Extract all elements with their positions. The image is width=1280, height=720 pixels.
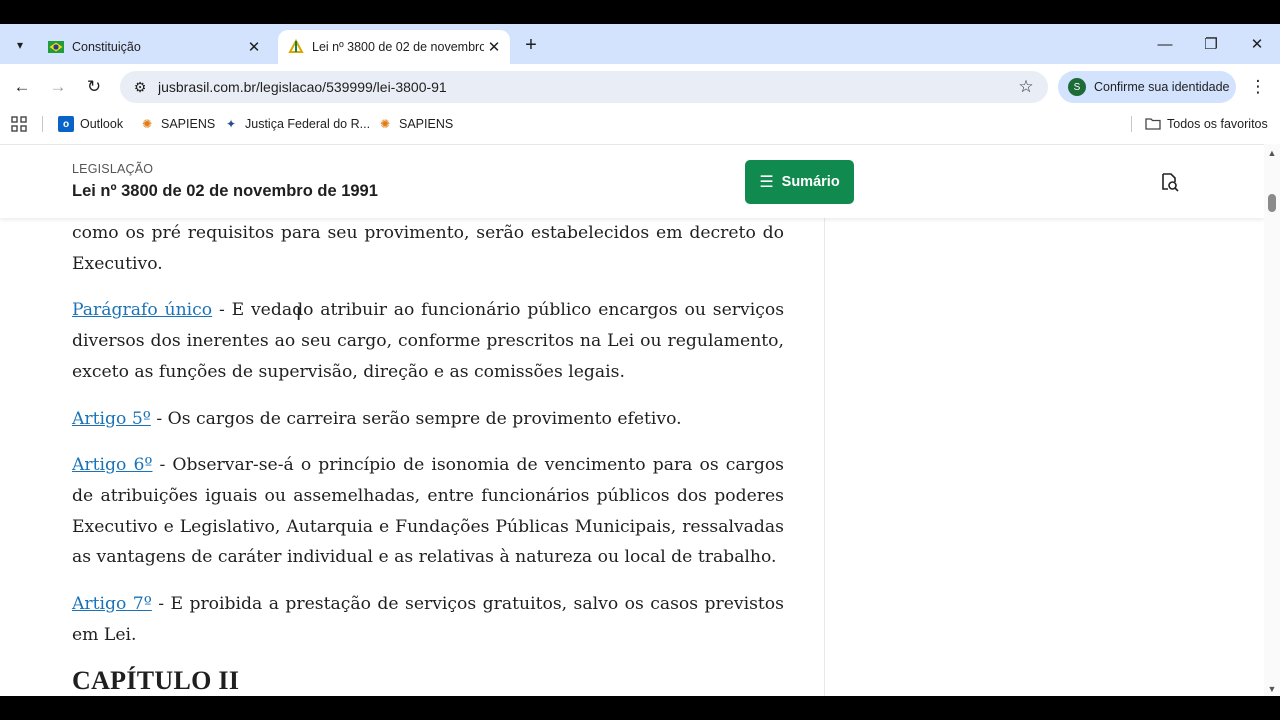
jusbrasil-logo-icon — [288, 39, 304, 53]
apps-grid-icon[interactable] — [10, 114, 28, 134]
bookmark-sapiens-2[interactable]: ✺ SAPIENS — [377, 114, 453, 134]
bookmark-label: Justiça Federal do R... — [245, 117, 371, 131]
close-window-icon[interactable]: ✕ — [1234, 30, 1280, 58]
paragraph-text: - Observar-se-á o princípio de isonomia … — [72, 455, 784, 568]
tab-search-chevron-icon[interactable]: ▾ — [6, 32, 34, 58]
list-icon: ☰ — [759, 174, 774, 191]
site-info-icon[interactable]: ⚙ — [130, 79, 150, 96]
page-scrollbar[interactable]: ▲ ▼ — [1264, 144, 1280, 696]
artigo-5: Artigo 5º - Os cargos de carreira serão … — [72, 404, 784, 435]
paragraph: como os pré requisitos para seu provimen… — [72, 218, 784, 279]
profile-label: Confirme sua identidade — [1094, 80, 1230, 94]
avatar: S — [1068, 78, 1086, 96]
bookmarks-bar: o Outlook ✺ SAPIENS ✦ Justiça Federal do… — [0, 110, 1280, 138]
bookmark-label: Todos os favoritos — [1167, 117, 1268, 131]
paragraph-text: - Os cargos de carreira serão sempre de … — [150, 408, 682, 429]
paragraph-text: - E proibida a prestação de serviços gra… — [72, 594, 784, 645]
reload-icon[interactable]: ↻ — [80, 73, 108, 101]
close-tab-icon[interactable]: ✕ — [484, 37, 504, 57]
bookmark-label: SAPIENS — [399, 117, 454, 131]
browser-window: ▾ Constituição ✕ Lei nº 3800 de 02 de no… — [0, 24, 1280, 696]
minimize-icon[interactable]: — — [1142, 30, 1188, 58]
bookmark-outlook[interactable]: o Outlook — [58, 114, 123, 134]
bookmark-label: SAPIENS — [161, 117, 216, 131]
tab-strip: ▾ Constituição ✕ Lei nº 3800 de 02 de no… — [0, 24, 1280, 64]
grid-icon — [11, 116, 27, 132]
divider — [1131, 116, 1132, 132]
address-bar[interactable]: ⚙ ☆ — [120, 71, 1048, 103]
search-document-icon[interactable] — [1158, 171, 1180, 193]
legislation-header: LEGISLAÇÃO Lei nº 3800 de 02 de novembro… — [0, 145, 1264, 218]
bookmark-sapiens-1[interactable]: ✺ SAPIENS — [139, 114, 215, 134]
back-arrow-icon[interactable]: ← — [8, 73, 36, 101]
browser-toolbar: ← → ↻ ⚙ ☆ S Confirme sua identidade ⋮ — [0, 64, 1280, 110]
bookmark-star-icon[interactable]: ☆ — [1012, 77, 1040, 97]
chapter-heading: CAPÍTULO II — [72, 666, 240, 696]
paragraph-text: como os pré requisitos para seu provimen… — [72, 223, 784, 274]
sapiens-icon: ✺ — [141, 117, 153, 131]
tab-lei-3800[interactable]: Lei nº 3800 de 02 de novembro ✕ — [278, 30, 510, 64]
text-cursor-icon: I — [296, 304, 302, 325]
tab-constituicao[interactable]: Constituição ✕ — [38, 30, 270, 64]
sidebar-divider — [824, 218, 825, 696]
divider — [42, 116, 43, 132]
scroll-thumb[interactable] — [1268, 194, 1276, 212]
artigo-7: Artigo 7º - E proibida a prestação de se… — [72, 589, 784, 650]
artigo-7-link[interactable]: Artigo 7º — [72, 594, 152, 614]
scroll-down-icon[interactable]: ▼ — [1267, 684, 1277, 694]
tab-title: Lei nº 3800 de 02 de novembro — [312, 40, 484, 54]
page-title: Lei nº 3800 de 02 de novembro de 1991 — [72, 182, 378, 200]
artigo-6: Artigo 6º - Observar-se-á o princípio de… — [72, 450, 784, 573]
outlook-icon: o — [58, 116, 74, 132]
sumario-button[interactable]: ☰ Sumário — [745, 160, 854, 204]
artigo-6-link[interactable]: Artigo 6º — [72, 455, 152, 475]
web-page: LEGISLAÇÃO Lei nº 3800 de 02 de novembro… — [0, 144, 1264, 696]
bookmark-justica-federal[interactable]: ✦ Justiça Federal do R... — [223, 114, 370, 134]
paragraph-unico: Parágrafo único - E vedado atribuir ao f… — [72, 295, 784, 387]
folder-icon — [1145, 116, 1161, 132]
artigo-5-link[interactable]: Artigo 5º — [72, 409, 151, 429]
sapiens-icon: ✺ — [379, 117, 391, 131]
more-menu-icon[interactable]: ⋮ — [1246, 73, 1270, 101]
tab-title: Constituição — [72, 40, 141, 54]
paragrafo-unico-link[interactable]: Parágrafo único — [72, 300, 212, 320]
url-input[interactable] — [158, 79, 1012, 95]
restore-icon[interactable]: ❐ — [1188, 30, 1234, 58]
justica-federal-icon: ✦ — [225, 117, 237, 131]
sumario-label: Sumário — [781, 174, 840, 190]
bookmark-label: Outlook — [80, 117, 124, 131]
forward-arrow-icon[interactable]: → — [44, 73, 72, 101]
scroll-up-icon[interactable]: ▲ — [1267, 148, 1277, 158]
all-bookmarks-folder[interactable]: Todos os favoritos — [1145, 114, 1268, 134]
law-text: como os pré requisitos para seu provimen… — [72, 218, 784, 696]
profile-button[interactable]: S Confirme sua identidade — [1058, 71, 1236, 103]
section-kicker: LEGISLAÇÃO — [72, 162, 154, 176]
brazil-flag-icon — [48, 41, 64, 53]
new-tab-button[interactable]: + — [518, 32, 544, 58]
close-tab-icon[interactable]: ✕ — [244, 37, 264, 57]
